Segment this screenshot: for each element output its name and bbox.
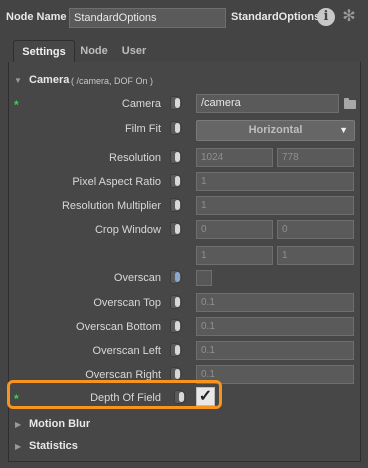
tab-user[interactable]: User (116, 40, 152, 62)
overscan-checkbox[interactable] (196, 270, 212, 286)
tab-bar: Settings Node User (8, 40, 361, 63)
crop-window-min-y-field[interactable]: 0 (277, 220, 354, 239)
resolution-label: Resolution (109, 152, 161, 164)
statistics-section-title[interactable]: Statistics (29, 440, 78, 452)
camera-section-expand-icon[interactable]: ▼ (14, 76, 22, 85)
crop-window-min-x-field[interactable]: 0 (196, 220, 273, 239)
overscan-label: Overscan (113, 272, 161, 284)
overscan-top-field[interactable]: 0.1 (196, 293, 354, 312)
pixel-aspect-ratio-label: Pixel Aspect Ratio (72, 176, 161, 188)
node-type-label: StandardOptions (231, 11, 321, 23)
overscan-top-label: Overscan Top (93, 297, 161, 309)
camera-label: Camera (121, 98, 161, 110)
depth-of-field-label: Depth Of Field (90, 392, 161, 404)
overscan-bottom-field[interactable]: 0.1 (196, 317, 354, 336)
camera-section-title[interactable]: Camera (29, 74, 69, 86)
node-name-input[interactable]: StandardOptions (69, 8, 226, 28)
chevron-down-icon: ▼ (339, 125, 348, 135)
overscan-left-label: Overscan Left (92, 345, 161, 357)
motion-blur-expand-icon[interactable]: ▶ (15, 420, 21, 429)
resolution-multiplier-label: Resolution Multiplier (61, 200, 161, 212)
resolution-multiplier-field[interactable]: 1 (196, 196, 354, 215)
tab-settings[interactable]: Settings (13, 40, 75, 63)
overscan-left-field[interactable]: 0.1 (196, 341, 354, 360)
folder-icon[interactable] (344, 98, 356, 109)
film-fit-label: Film Fit (124, 123, 161, 135)
tab-node[interactable]: Node (76, 40, 112, 62)
resolution-x-field[interactable]: 1024 (196, 148, 273, 167)
gear-icon[interactable]: ✻ (341, 9, 357, 25)
camera-section-summary: ( /camera, DOF On ) (71, 76, 154, 86)
film-fit-select[interactable]: Horizontal ▼ (196, 120, 355, 141)
crop-window-max-x-field[interactable]: 1 (196, 246, 273, 265)
resolution-y-field[interactable]: 778 (277, 148, 354, 167)
pixel-aspect-ratio-field[interactable]: 1 (196, 172, 354, 191)
motion-blur-section-title[interactable]: Motion Blur (29, 418, 90, 430)
node-name-label: Node Name (6, 11, 67, 23)
depth-of-field-checkbox[interactable]: ✓ (196, 387, 215, 406)
overscan-bottom-label: Overscan Bottom (76, 321, 161, 333)
statistics-expand-icon[interactable]: ▶ (15, 442, 21, 451)
crop-window-label: Crop Window (94, 224, 161, 236)
film-fit-value: Horizontal (248, 124, 303, 136)
camera-path-field[interactable]: /camera (196, 94, 339, 113)
crop-window-max-y-field[interactable]: 1 (277, 246, 354, 265)
info-icon[interactable]: i (317, 8, 335, 26)
